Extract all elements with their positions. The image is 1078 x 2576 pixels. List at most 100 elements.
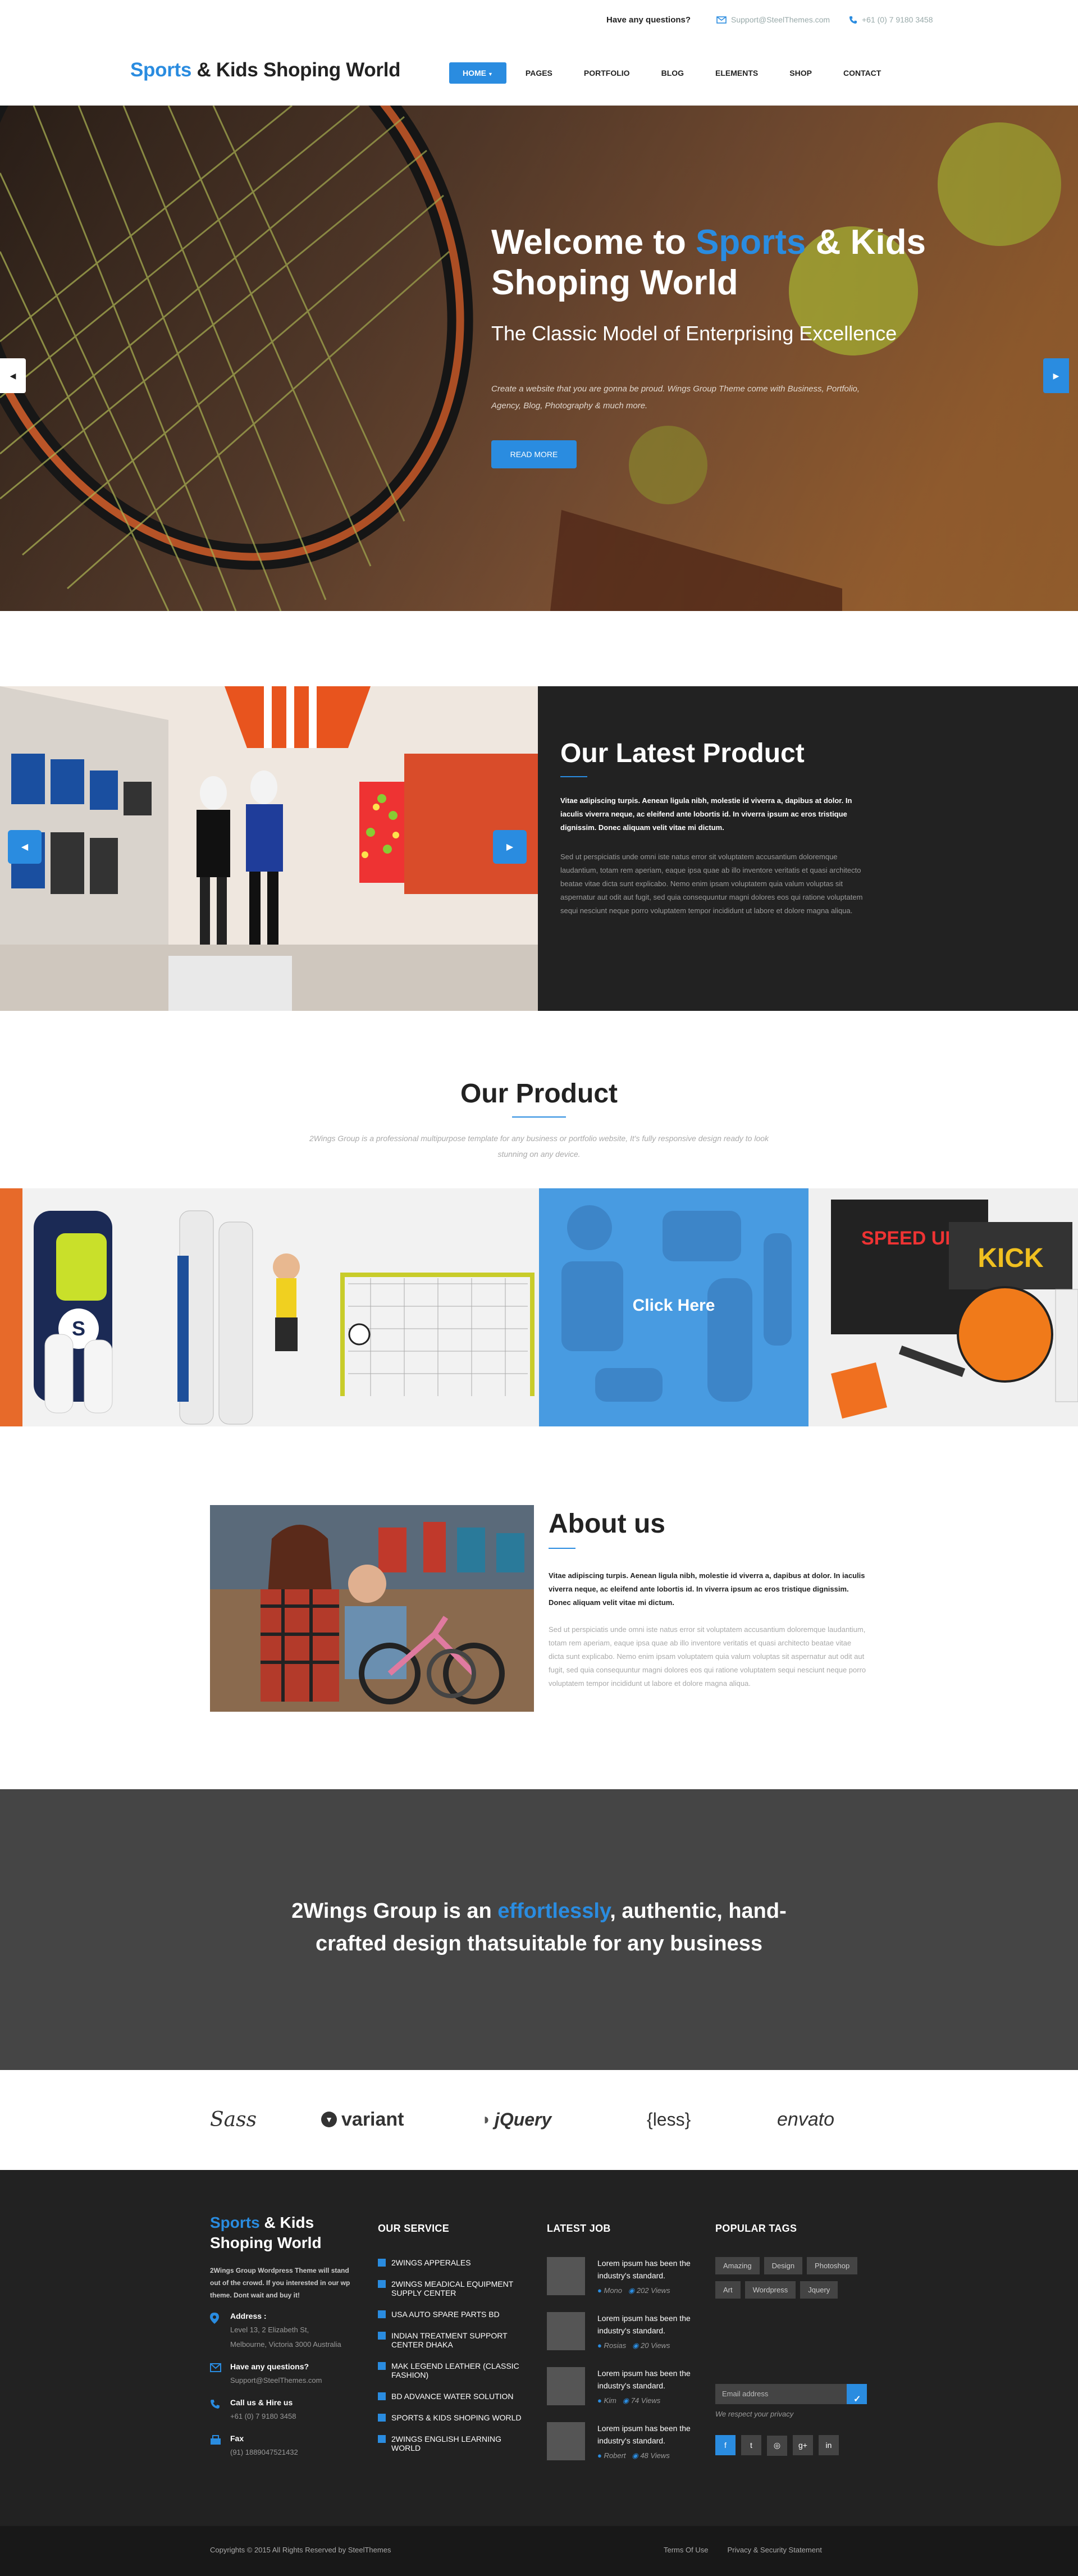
phone-number[interactable]: +61 (0) 7 9180 3458	[849, 15, 933, 24]
menu-item-pages[interactable]: PAGES	[513, 62, 565, 84]
footer-service-column: OUR SERVICE 2WINGS APPERALES 2WINGS MEAD…	[378, 2215, 524, 2465]
caret-down-icon: ▼	[488, 71, 493, 77]
hero-slider: Welcome to Sports & Kids Shoping World T…	[0, 106, 1078, 611]
map-pin-icon	[210, 2313, 219, 2324]
chevron-left-icon: ◀	[21, 842, 29, 852]
terms-link[interactable]: Terms Of Use	[664, 2546, 708, 2554]
menu-item-contact[interactable]: CONTACT	[831, 62, 893, 84]
eye-icon: ◉	[622, 2396, 629, 2405]
tag[interactable]: Art	[715, 2281, 741, 2299]
newsletter-input[interactable]: Email address	[722, 2390, 768, 2398]
job-meta: ● Rosias ◉ 20 Views	[597, 2341, 670, 2350]
menu-item-elements[interactable]: ELEMENTS	[703, 62, 770, 84]
job-item[interactable]: Lorem ipsum has been the industry's stan…	[547, 2257, 698, 2295]
questions-label: Have any questions?	[606, 15, 691, 25]
service-item[interactable]: INDIAN TREATMENT SUPPORT CENTER DHAKA	[378, 2331, 524, 2349]
footer-description: 2Wings Group Wordpress Theme will stand …	[210, 2267, 350, 2299]
latest-product-body: Sed ut perspiciatis unde omni iste natus…	[560, 852, 863, 915]
less-logo[interactable]: {less}	[647, 2103, 691, 2136]
service-list: 2WINGS APPERALES 2WINGS MEADICAL EQUIPME…	[378, 2258, 524, 2452]
eye-icon: ◉	[628, 2286, 635, 2295]
job-text: Lorem ipsum has been the industry's stan…	[597, 2314, 691, 2335]
footer-about-column: Sports & Kids Shoping World 2Wings Group…	[210, 2213, 356, 2460]
call-title: Call us & Hire us	[230, 2398, 293, 2407]
fax-value: (91) 1889047521432	[230, 2448, 298, 2456]
job-item[interactable]: Lorem ipsum has been the industry's stan…	[547, 2367, 698, 2405]
slider-prev-button[interactable]: ◀	[0, 358, 26, 393]
service-item[interactable]: 2WINGS ENGLISH LEARNING WORLD	[378, 2434, 524, 2452]
tag[interactable]: Wordpress	[744, 2281, 796, 2299]
top-bar: Have any questions? Support@SteelThemes.…	[0, 0, 1078, 42]
google-plus-icon[interactable]: g+	[793, 2435, 813, 2455]
newsletter-submit-button[interactable]: ✓	[847, 2384, 867, 2404]
job-meta: ● Mono ◉ 202 Views	[597, 2286, 670, 2295]
support-email[interactable]: Support@SteelThemes.com	[716, 15, 830, 24]
legal-links: Terms Of Use Privacy & Security Statemen…	[664, 2546, 822, 2554]
tags-title: POPULAR TAGS	[715, 2223, 797, 2234]
privacy-link[interactable]: Privacy & Security Statement	[727, 2546, 821, 2554]
hero-title: Welcome to Sports & Kids Shoping World	[491, 223, 926, 302]
service-item[interactable]: USA AUTO SPARE PARTS BD	[378, 2310, 524, 2319]
main-menu: HOME ▼ PAGES PORTFOLIO BLOG ELEMENTS SHOP…	[449, 62, 900, 84]
logo-text: & Kids Shoping World	[191, 59, 401, 81]
hero-subtitle: The Classic Model of Enterprising Excell…	[491, 322, 897, 345]
job-list: Lorem ipsum has been the industry's stan…	[547, 2257, 698, 2460]
dribbble-icon[interactable]: ◎	[767, 2435, 787, 2456]
job-text: Lorem ipsum has been the industry's stan…	[597, 2369, 691, 2390]
job-thumbnail	[547, 2367, 585, 2405]
facebook-icon[interactable]: f	[715, 2435, 736, 2455]
tag[interactable]: Design	[764, 2257, 803, 2274]
product-prev-button[interactable]: ◀	[8, 830, 42, 864]
about-lead: Vitae adipiscing turpis. Aenean ligula n…	[549, 1571, 865, 1607]
service-item[interactable]: 2WINGS MEADICAL EQUIPMENT SUPPLY CENTER	[378, 2279, 524, 2297]
job-thumbnail	[547, 2422, 585, 2460]
site-logo[interactable]: Sports & Kids Shoping World	[130, 59, 401, 81]
envato-logo[interactable]: envato	[777, 2103, 834, 2136]
svg-text:KICK: KICK	[977, 1243, 1044, 1273]
questions-value[interactable]: Support@SteelThemes.com	[230, 2373, 356, 2388]
latest-product-section: ◀ ▶ Our Latest Product Vitae adipiscing …	[0, 686, 1078, 1011]
variant-icon: ▼	[321, 2112, 337, 2127]
linkedin-icon[interactable]: in	[819, 2435, 839, 2455]
service-item[interactable]: SPORTS & KIDS SHOPING WORLD	[378, 2413, 524, 2422]
service-item[interactable]: BD ADVANCE WATER SOLUTION	[378, 2392, 524, 2401]
footer-tags-column: POPULAR TAGS Amazing Design Photoshop Art Wo…	[715, 2215, 878, 2456]
sass-logo[interactable]: Sass	[210, 2103, 257, 2136]
hero-overlay	[0, 106, 1078, 611]
product-next-button[interactable]: ▶	[493, 830, 527, 864]
twitter-icon[interactable]: t	[741, 2435, 761, 2455]
variant-logo[interactable]: ▼ variant	[321, 2103, 404, 2136]
read-more-button[interactable]: READ MORE	[491, 440, 577, 468]
job-thumbnail	[547, 2312, 585, 2350]
jquery-logo[interactable]: ◗ jQuery	[482, 2103, 551, 2136]
title-underline	[560, 776, 587, 777]
latest-product-title: Our Latest Product	[560, 738, 805, 768]
chevron-left-icon: ◀	[10, 371, 16, 380]
footer-logo[interactable]: Sports & Kids Shoping World	[210, 2213, 356, 2253]
job-text: Lorem ipsum has been the industry's stan…	[597, 2424, 691, 2445]
click-here-label[interactable]: Click Here	[539, 1296, 808, 1315]
menu-item-blog[interactable]: BLOG	[649, 62, 696, 84]
job-item[interactable]: Lorem ipsum has been the industry's stan…	[547, 2312, 698, 2350]
slider-next-button[interactable]: ▶	[1043, 358, 1069, 393]
job-text: Lorem ipsum has been the industry's stan…	[597, 2259, 691, 2280]
logo-accent: Sports	[130, 59, 192, 81]
svg-text:SPEED UP: SPEED UP	[861, 1228, 958, 1249]
footer-jobs-column: LATEST JOB Lorem ipsum has been the indu…	[547, 2215, 698, 2477]
mail-icon	[210, 2363, 221, 2372]
address-value: Level 13, 2 Elizabeth St, Melbourne, Vic…	[230, 2326, 341, 2349]
menu-item-portfolio[interactable]: PORTFOLIO	[572, 62, 642, 84]
tag[interactable]: Jquery	[800, 2281, 838, 2299]
call-value[interactable]: +61 (0) 7 9180 3458	[230, 2409, 356, 2424]
user-icon: ●	[597, 2341, 602, 2350]
service-item[interactable]: MAK LEGEND LEATHER (CLASSIC FASHION)	[378, 2361, 524, 2379]
tag[interactable]: Photoshop	[807, 2257, 858, 2274]
store-interior-image: ◀ ▶	[0, 686, 538, 1011]
job-item[interactable]: Lorem ipsum has been the industry's stan…	[547, 2422, 698, 2460]
tag[interactable]: Amazing	[715, 2257, 760, 2274]
footer-call: Call us & Hire us +61 (0) 7 9180 3458	[210, 2398, 356, 2424]
menu-item-shop[interactable]: SHOP	[777, 62, 824, 84]
partner-logos: Sass ▼ variant ◗ jQuery {less} envato	[0, 2070, 1078, 2170]
service-item[interactable]: 2WINGS APPERALES	[378, 2258, 524, 2267]
menu-item-home[interactable]: HOME ▼	[449, 62, 506, 84]
